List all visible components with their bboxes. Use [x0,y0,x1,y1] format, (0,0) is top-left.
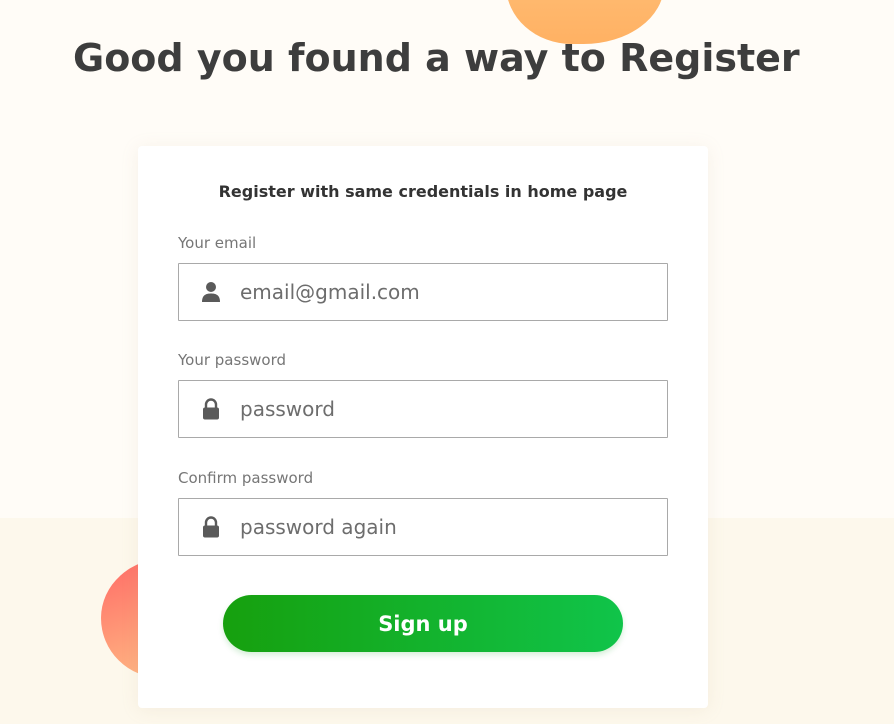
password-input[interactable] [240,381,650,437]
confirm-password-field-box [178,498,668,556]
user-icon [201,281,221,303]
password-field-box [178,380,668,438]
page-title: Good you found a way to Register [73,36,800,80]
register-card: Register with same credentials in home p… [138,146,708,708]
form-heading: Register with same credentials in home p… [218,182,628,201]
email-field-box [178,263,668,321]
email-label: Your email [178,234,257,252]
confirm-password-input[interactable] [240,499,650,555]
confirm-password-label: Confirm password [178,469,314,487]
lock-icon [201,398,221,420]
lock-icon [201,516,221,538]
email-input[interactable] [240,264,650,320]
sign-up-button[interactable]: Sign up [223,595,623,652]
password-label: Your password [178,351,287,369]
